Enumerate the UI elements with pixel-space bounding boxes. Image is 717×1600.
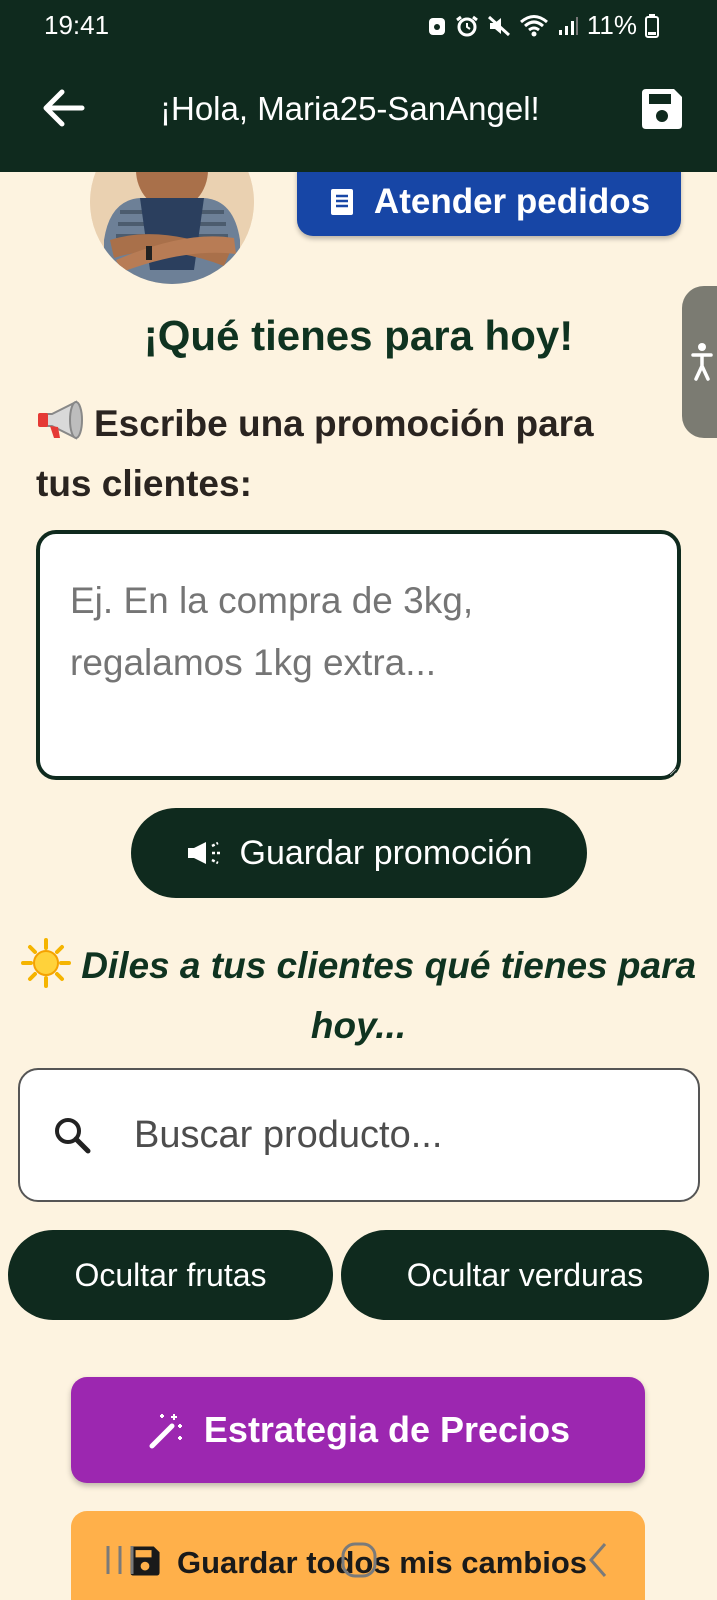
- pricing-strategy-label: Estrategia de Precios: [203, 1409, 571, 1450]
- save-promotion-button[interactable]: Guardar promoción: [131, 808, 587, 898]
- receipt-icon: [330, 189, 353, 215]
- status-time: 19:41: [44, 10, 110, 40]
- save-button[interactable]: [637, 84, 687, 134]
- megaphone-icon: [38, 400, 83, 440]
- home-icon: [341, 1542, 376, 1578]
- battery-level: 11%: [586, 10, 637, 40]
- main-heading: ¡Qué tienes para hoy!: [143, 312, 574, 359]
- system-nav-bar: [0, 1520, 717, 1600]
- nav-back-button[interactable]: [568, 1530, 628, 1590]
- today-label-text: Diles a tus clientes qué tienes para hoy…: [81, 945, 697, 1046]
- wifi-icon: [519, 14, 548, 36]
- floppy-disk-icon: [642, 89, 682, 129]
- hide-fruits-label: Ocultar frutas: [74, 1256, 267, 1293]
- promotion-label-text: Escribe una promoción para tus clientes:: [36, 403, 594, 504]
- save-promotion-label: Guardar promoción: [239, 833, 533, 872]
- battery-charging-icon: [645, 13, 659, 38]
- lock-icon: [428, 17, 445, 35]
- accessibility-tab[interactable]: [682, 286, 717, 438]
- chevron-left-icon: [588, 1543, 606, 1577]
- nav-home-button[interactable]: [329, 1530, 389, 1590]
- today-label: Diles a tus clientes qué tienes para hoy…: [0, 936, 717, 1056]
- search-input[interactable]: [134, 1113, 614, 1157]
- search-bar[interactable]: [18, 1068, 700, 1202]
- search-icon: [55, 1118, 91, 1154]
- promotion-textarea[interactable]: [36, 530, 681, 780]
- attend-orders-label: Atender pedidos: [373, 182, 651, 221]
- magic-wand-icon: [149, 1414, 182, 1449]
- alarm-icon: [455, 15, 478, 36]
- status-icons: 11%: [427, 10, 659, 41]
- hide-veggies-label: Ocultar verduras: [406, 1256, 644, 1293]
- hide-fruits-button[interactable]: Ocultar frutas: [8, 1230, 333, 1320]
- nav-recents-button[interactable]: [90, 1530, 150, 1590]
- arrow-left-icon: [43, 89, 85, 127]
- sun-icon: [20, 938, 71, 988]
- attend-orders-button[interactable]: Atender pedidos: [297, 168, 681, 236]
- pricing-strategy-button[interactable]: Estrategia de Precios: [71, 1377, 645, 1483]
- mute-icon: [487, 15, 510, 36]
- megaphone-icon: [187, 841, 220, 865]
- top-app-bar: 19:41 11% ¡Hola, Maria25-SanAngel!: [0, 0, 717, 172]
- back-button[interactable]: [38, 82, 90, 134]
- signal-icon: [558, 16, 578, 35]
- recents-icon: [106, 1546, 133, 1574]
- page-title: ¡Hola, Maria25-SanAngel!: [160, 90, 540, 127]
- promotion-label: Escribe una promoción para tus clientes:: [36, 394, 656, 514]
- hide-veggies-button[interactable]: Ocultar verduras: [341, 1230, 709, 1320]
